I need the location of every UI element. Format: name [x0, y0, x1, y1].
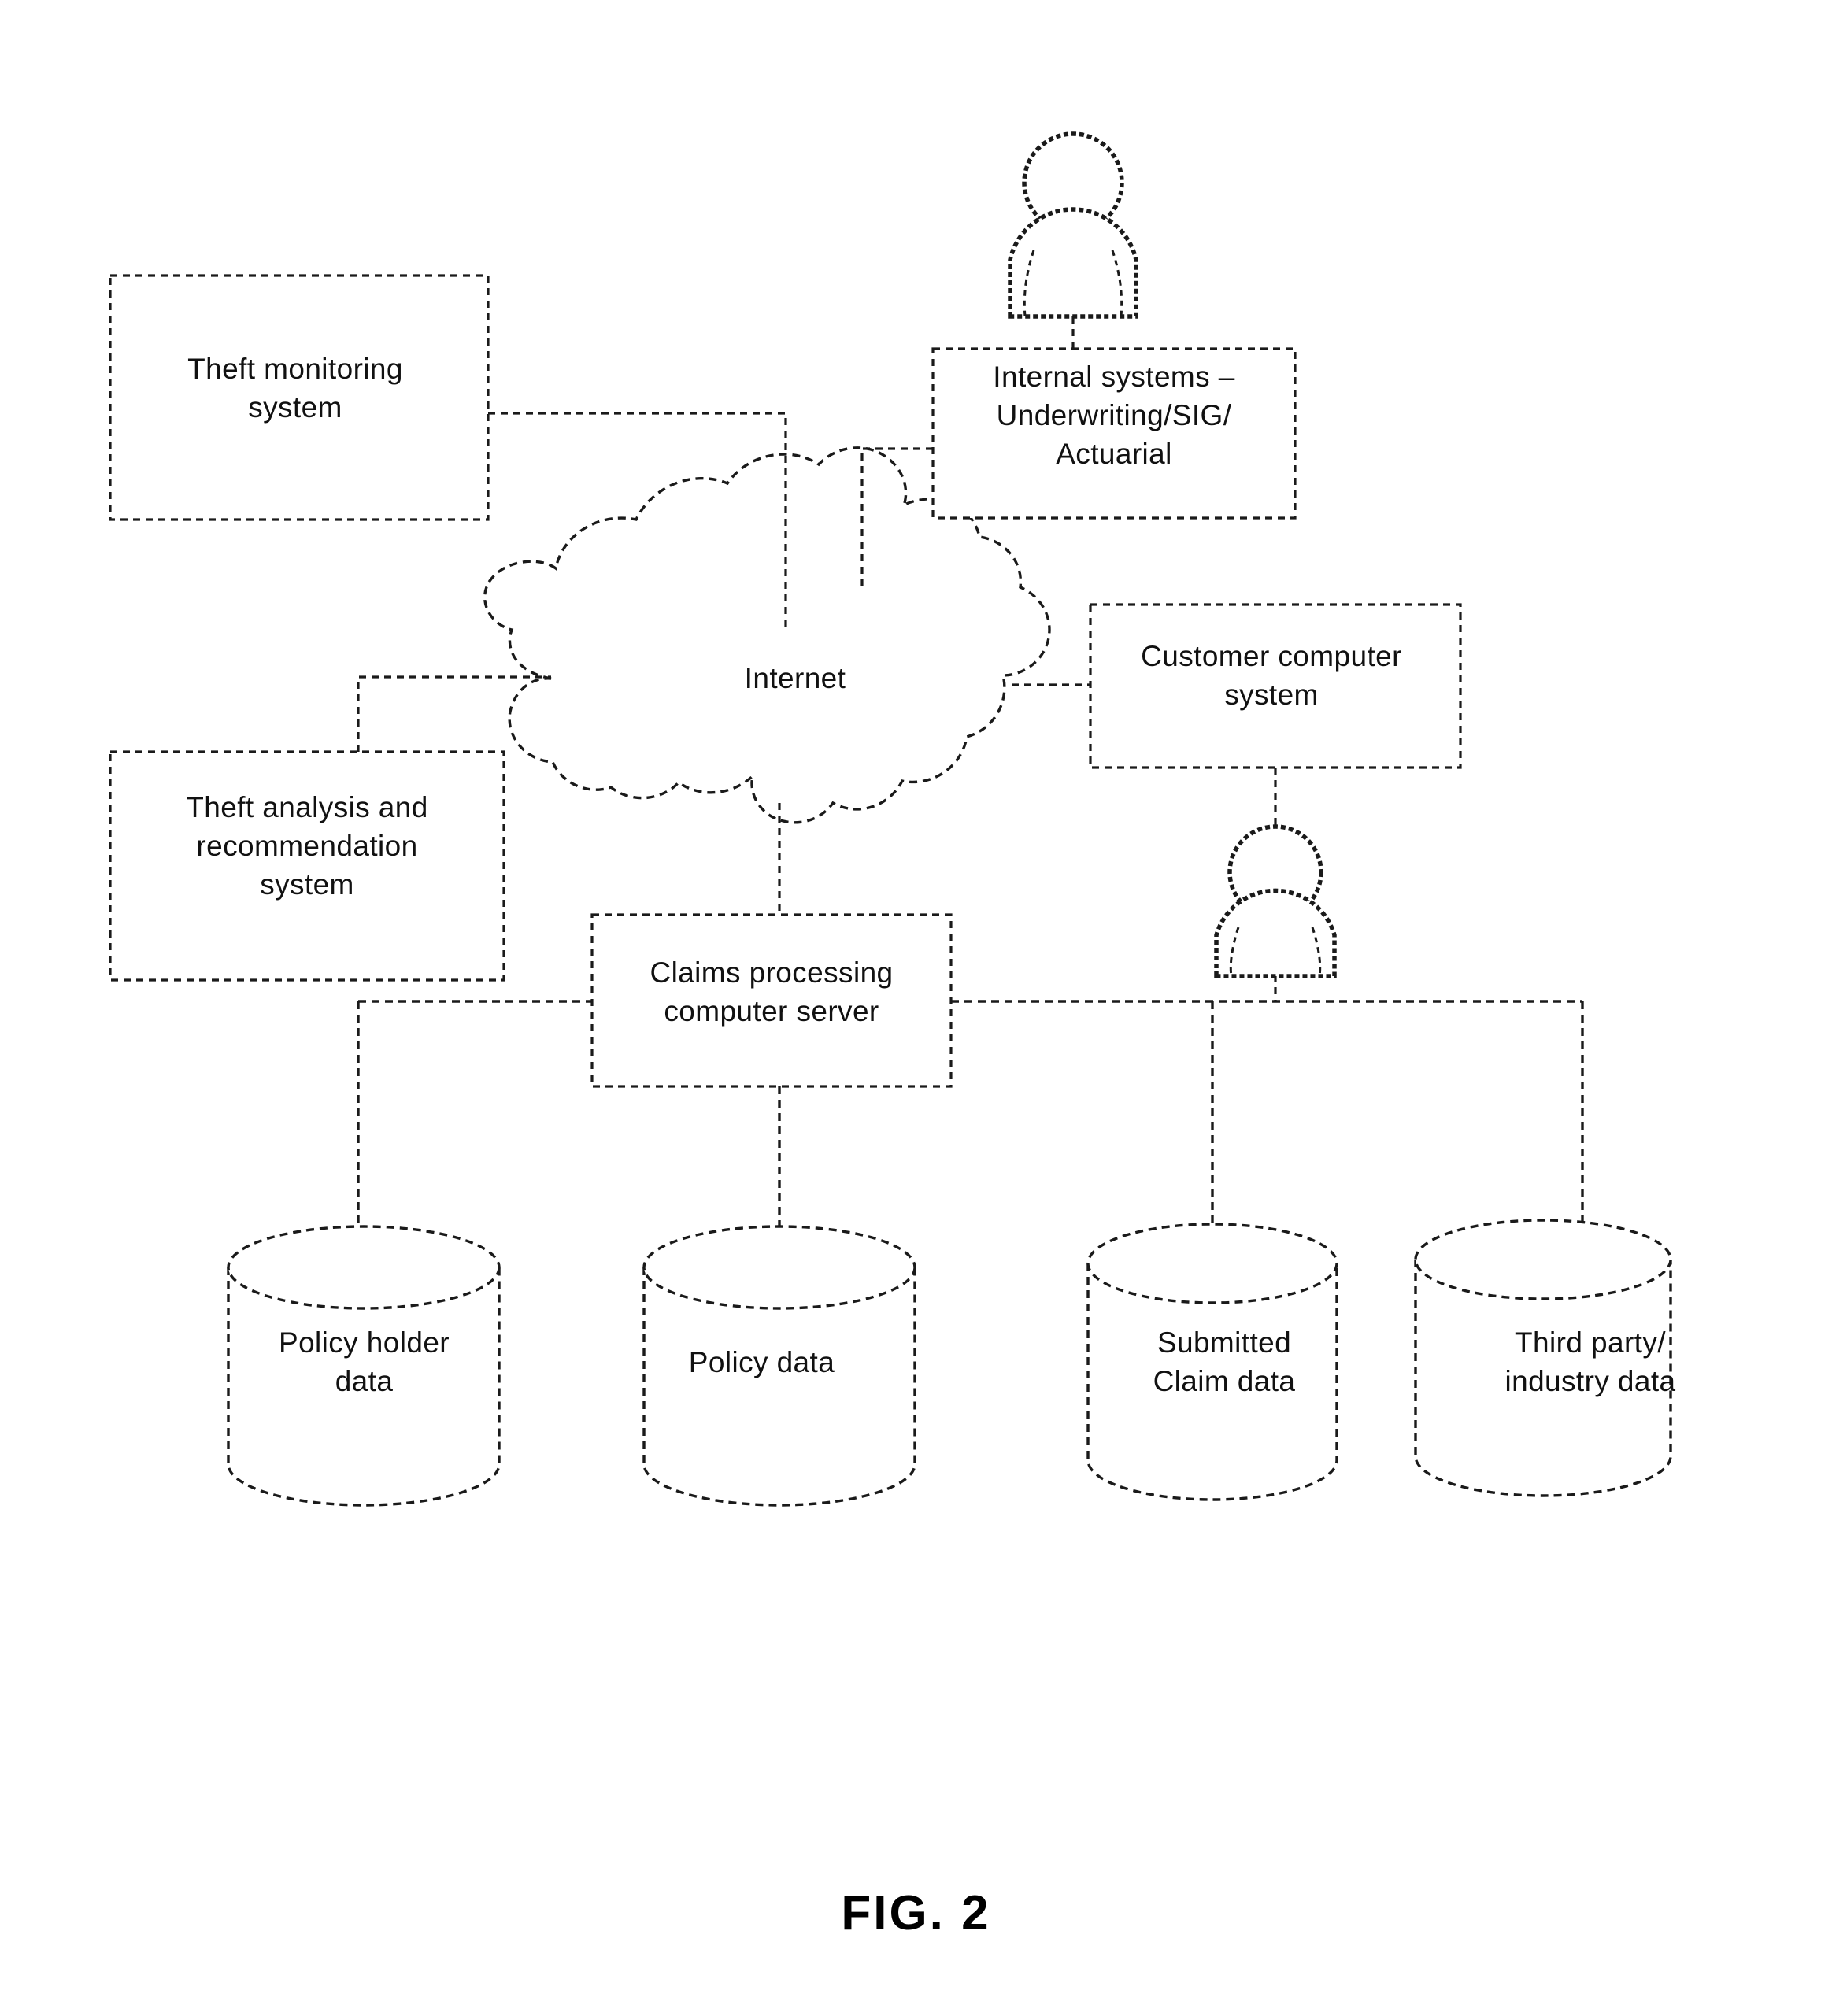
diagram-canvas: .dsh { fill:none; stroke:#1a1a1a; stroke…: [109, 131, 1672, 1507]
third-party-data-cylinder: [1414, 1219, 1672, 1497]
figure-caption: FIG. 2: [841, 1886, 991, 1940]
user-person-icon: [1008, 131, 1138, 319]
customer-system-box: [1089, 603, 1462, 769]
claims-server-box: [590, 913, 953, 1088]
theft-analysis-box: [109, 750, 505, 982]
policy-data-cylinder: [642, 1225, 916, 1507]
internal-systems-box: [931, 347, 1297, 520]
theft-monitoring-box: [109, 274, 490, 521]
customer-person-icon: [1214, 824, 1337, 978]
submitted-claim-data-cylinder: [1086, 1223, 1338, 1501]
link-theft-monitoring-to-internet: [488, 412, 787, 630]
policy-holder-data-cylinder: [227, 1225, 501, 1507]
figure-page: .dsh { fill:none; stroke:#1a1a1a; stroke…: [0, 0, 1832, 2016]
link-internal-systems-to-internet: [860, 447, 933, 586]
